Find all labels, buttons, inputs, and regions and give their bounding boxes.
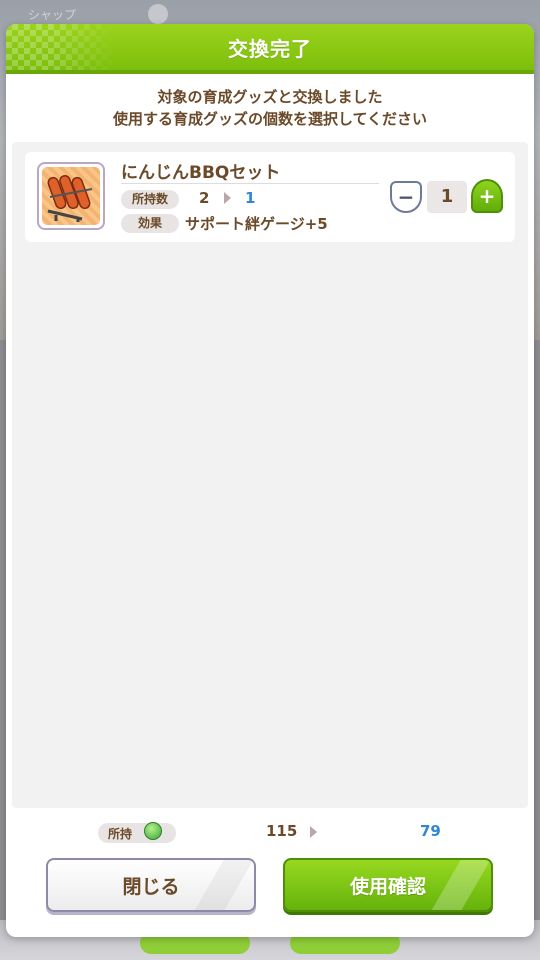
currency-after: 79 — [420, 822, 441, 840]
button-shine — [194, 860, 254, 910]
background-button-icon — [148, 4, 168, 24]
currency-label-text: 所持 — [108, 826, 133, 841]
message-line-2: 使用する育成グッズの個数を選択してください — [112, 110, 428, 128]
coin-icon — [144, 822, 162, 840]
item-list: にんじんBBQセット 所持数 2 1 効果 サポート絆ゲージ+5 − 1 + — [12, 142, 528, 808]
confirm-use-button[interactable]: 使用確認 — [283, 858, 493, 912]
owned-count-before: 2 — [199, 189, 210, 207]
effect-label: 効果 — [121, 214, 179, 233]
background-label: シャップ — [28, 8, 77, 22]
close-button-label: 閉じる — [122, 875, 180, 898]
exchange-complete-dialog: 交換完了 対象の育成グッズと交換しました 使用する育成グッズの個数を選択してくだ… — [6, 24, 534, 937]
dialog-header: 交換完了 — [6, 24, 534, 74]
quantity-value: 1 — [427, 181, 467, 213]
carrot-bbq-icon — [37, 162, 105, 230]
currency-label: 所持 — [98, 823, 176, 843]
currency-row: 所持 115 79 — [6, 821, 534, 847]
item-divider — [121, 183, 379, 184]
header-pattern — [6, 24, 116, 70]
list-item: にんじんBBQセット 所持数 2 1 効果 サポート絆ゲージ+5 − 1 + — [25, 152, 515, 242]
decrement-button[interactable]: − — [390, 181, 422, 213]
arrow-right-icon — [310, 826, 317, 838]
arrow-right-icon — [224, 192, 231, 204]
effect-text: サポート絆ゲージ+5 — [185, 215, 328, 233]
button-shine — [431, 860, 491, 910]
increment-button[interactable]: + — [471, 179, 503, 213]
owned-count-label: 所持数 — [121, 190, 179, 209]
dialog-title: 交換完了 — [228, 36, 312, 61]
dialog-message: 対象の育成グッズと交換しました 使用する育成グッズの個数を選択してください — [6, 86, 534, 130]
owned-count-after: 1 — [245, 189, 256, 207]
message-line-1: 対象の育成グッズと交換しました — [157, 88, 383, 106]
confirm-use-button-label: 使用確認 — [349, 875, 426, 898]
item-name: にんじんBBQセット — [121, 163, 281, 183]
close-button[interactable]: 閉じる — [46, 858, 256, 912]
currency-before: 115 — [266, 822, 298, 840]
